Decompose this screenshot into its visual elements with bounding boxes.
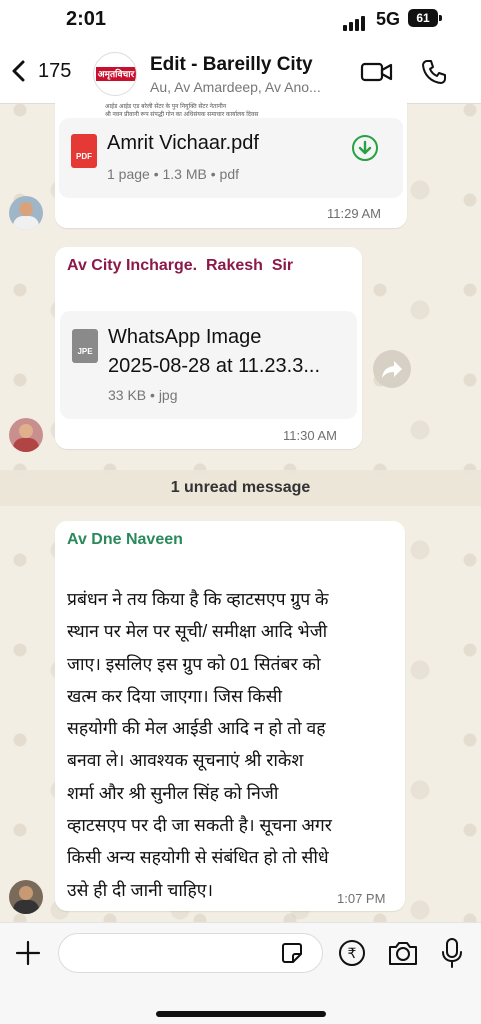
network-label: 5G xyxy=(376,9,401,29)
camera-icon xyxy=(389,942,417,965)
message-line: जाए। इसलिए इस ग्रुप को 01 सितंबर को xyxy=(67,653,321,674)
avatar-face xyxy=(19,886,33,900)
pdf-preview-text-1: आईड आईड एड बरेली सेंटर के पुन नियुक्ति स… xyxy=(105,104,227,110)
rupee-icon: ₹ xyxy=(339,940,365,966)
signal-icon xyxy=(343,13,367,31)
sticker-icon xyxy=(282,943,302,963)
document-attachment-card[interactable]: JPE WhatsApp Image 2025-08-28 at 11.23.3… xyxy=(60,311,357,419)
voice-message-button[interactable] xyxy=(440,937,464,969)
message-line: खत्म कर दिया जाएगा। जिस किसी xyxy=(67,685,283,706)
chevron-left-icon xyxy=(12,60,25,82)
avatar-face xyxy=(19,202,33,216)
unread-chats-count: 175 xyxy=(38,60,72,82)
jpe-file-icon: JPE xyxy=(72,329,98,363)
sticker-button[interactable] xyxy=(280,941,304,965)
avatar-body xyxy=(13,900,39,914)
pdf-preview-text-2: श्री नवन प्रीवानी रूप संपद्धी गोन का अधि… xyxy=(105,112,259,118)
svg-text:₹: ₹ xyxy=(348,946,357,962)
group-members[interactable]: Au, Av Amardeep, Av Ano... xyxy=(150,79,350,95)
unread-messages-banner: 1 unread message xyxy=(0,470,481,506)
message-composer: ₹ xyxy=(0,922,481,1024)
camera-button[interactable] xyxy=(387,939,419,967)
message-line: सहयोगी की मेल आईडी आदि न हो तो वह xyxy=(67,718,326,739)
jpe-icon-label: JPE xyxy=(77,347,93,356)
battery-icon: 61 xyxy=(408,9,442,27)
video-call-button[interactable] xyxy=(360,60,394,89)
plus-icon xyxy=(15,940,41,966)
document-meta: 33 KB • jpg xyxy=(108,387,178,403)
message-line: बनवा ले। आवश्यक सूचनाएं श्री राकेश xyxy=(67,750,304,771)
sender-avatar[interactable] xyxy=(9,880,43,914)
chat-header: 175 अमृतविचार Edit - Bareilly City Au, A… xyxy=(0,40,481,104)
message-line: व्हाटसएप पर दी जा सकती है। सूचना अगर xyxy=(67,815,332,836)
message-line: प्रबंधन ने तय किया है कि व्हाटसएप ग्रुप … xyxy=(67,589,329,609)
sender-avatar[interactable] xyxy=(9,196,43,230)
forward-icon xyxy=(382,361,402,378)
video-camera-icon xyxy=(360,62,393,82)
forward-button[interactable] xyxy=(373,350,411,388)
message-line: किसी अन्य सहयोगी से संबंधित हो तो सीधे xyxy=(67,847,329,868)
message-bubble-text[interactable]: Av Dne Naveen प्रबंधन ने तय किया है कि व… xyxy=(55,521,405,911)
message-line: स्थान पर मेल पर सूची/ समीक्षा आदि भेजी xyxy=(67,621,328,642)
pdf-file-meta: 1 page • 1.3 MB • pdf xyxy=(107,166,239,182)
back-button[interactable]: 175 xyxy=(8,54,78,88)
home-indicator xyxy=(156,1011,326,1017)
phone-icon xyxy=(422,60,446,84)
message-body: प्रबंधन ने तय किया है कि व्हाटसएप ग्रुप … xyxy=(67,583,397,906)
attach-button[interactable] xyxy=(14,939,42,967)
microphone-icon xyxy=(442,938,462,968)
avatar-face xyxy=(19,424,33,438)
pdf-attachment-card[interactable]: PDF Amrit Vichaar.pdf 1 page • 1.3 MB • … xyxy=(59,118,403,198)
message-bubble-pdf[interactable]: आईड आईड एड बरेली सेंटर के पुन नियुक्ति स… xyxy=(55,96,407,228)
voice-call-button[interactable] xyxy=(420,58,448,91)
message-time: 1:07 PM xyxy=(337,891,386,906)
pdf-icon-label: PDF xyxy=(76,152,92,161)
sender-name: Av Dne Naveen xyxy=(67,531,183,548)
status-bar: 2:01 5G 61 xyxy=(0,0,481,40)
payment-button[interactable]: ₹ xyxy=(338,939,366,967)
pdf-file-name: Amrit Vichaar.pdf xyxy=(107,132,259,154)
group-avatar[interactable]: अमृतविचार xyxy=(93,52,137,96)
document-name-line2: 2025-08-28 at 11.23.3... xyxy=(108,355,321,377)
avatar-body xyxy=(13,216,39,230)
document-name-line1: WhatsApp Image xyxy=(108,326,262,348)
download-button[interactable] xyxy=(351,134,379,162)
sender-avatar[interactable] xyxy=(9,418,43,452)
message-time: 11:30 AM xyxy=(283,428,337,443)
avatar-body xyxy=(13,438,39,452)
download-icon xyxy=(352,135,378,161)
pdf-file-icon: PDF xyxy=(71,134,97,168)
newspaper-logo: अमृतविचार xyxy=(96,67,136,81)
message-bubble-document[interactable]: Av City Incharge. Rakesh Sir JPE WhatsAp… xyxy=(55,247,362,449)
message-line: शर्मा और श्री सुनील सिंह को निजी xyxy=(67,782,279,803)
message-time: 11:29 AM xyxy=(327,206,381,221)
sender-name: Av City Incharge. Rakesh Sir xyxy=(67,257,294,274)
group-title[interactable]: Edit - Bareilly City xyxy=(150,54,313,76)
status-time: 2:01 xyxy=(66,8,107,30)
